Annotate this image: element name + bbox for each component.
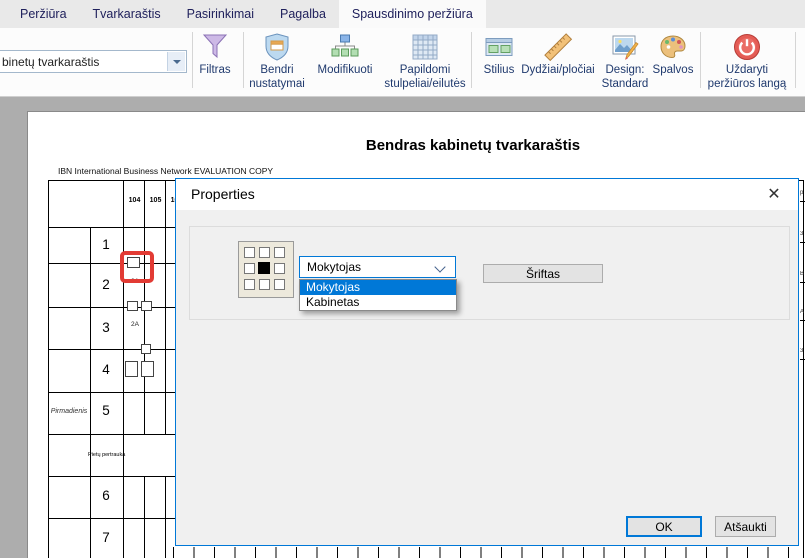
close-preview-button[interactable]: Uždaryti peržiūros langą [702,31,792,91]
ribbon-toolbar: binetų tvarkaraštis Filtras [0,28,805,97]
modify-button[interactable]: Modifikuoti [310,31,380,78]
group-separator [700,32,701,88]
close-icon[interactable]: ✕ [762,183,786,207]
filter-button[interactable]: Filtras [184,31,246,78]
app-window: Peržiūra Tvarkaraštis Pasirinkimai Pagal… [0,0,805,558]
lesson-cell[interactable] [141,361,154,377]
extra-columns-rows-button[interactable]: Papildomi stulpeliai/eilutės [375,31,475,91]
period-number: 3 [91,320,121,335]
tab-perziura[interactable]: Peržiūra [7,0,80,28]
day-label: Pirmadienis [50,408,88,415]
filter-icon [184,31,246,62]
period-number: 7 [91,530,121,545]
period-number: 5 [91,403,121,418]
menu-bar: Peržiūra Tvarkaraštis Pasirinkimai Pagal… [0,0,805,28]
general-settings-button[interactable]: Bendri nustatymai [244,31,310,91]
edge-text-fragment: p [800,190,805,196]
tab-spausdinimo-perziura[interactable]: Spausdinimo peržiūra [339,0,486,28]
class-cell-label: 2A [126,321,144,328]
chevron-down-icon [434,261,445,272]
org-chart-icon [310,31,380,62]
sizes-widths-button[interactable]: Dydžiai/pločiai [513,31,603,78]
palette-icon [648,31,698,62]
lesson-cell[interactable] [141,301,152,311]
colors-button[interactable]: Spalvos [648,31,698,78]
tab-tvarkarastis[interactable]: Tvarkaraštis [80,0,174,28]
edge-text-fragment: 3 [800,231,805,237]
schedule-selector-dropdown[interactable]: binetų tvarkaraštis [0,50,187,73]
font-button[interactable]: Šriftas [483,264,603,283]
lunch-break-label: Pietų pertrauka [88,452,125,458]
dialog-titlebar[interactable]: Properties ✕ [176,179,798,210]
period-number: 1 [91,237,121,252]
dialog-title: Properties [191,186,255,202]
tab-pagalba[interactable]: Pagalba [267,0,339,28]
ok-button[interactable]: OK [626,516,702,537]
design-picture-icon [595,31,655,62]
field-type-options-list: Mokytojas Kabinetas [299,279,457,311]
table-column-lines [173,547,805,558]
column-header: 104 [124,197,145,204]
pattern-center-filled [258,262,270,274]
shield-settings-icon [244,31,310,62]
period-number: 6 [91,488,121,503]
period-number: 2 [91,277,121,292]
cancel-button[interactable]: Atšaukti [715,516,776,537]
group-separator [795,32,796,88]
lesson-cell[interactable] [141,344,151,354]
lesson-cell[interactable] [127,301,138,311]
field-type-value: Mokytojas [307,260,361,274]
lesson-cell[interactable] [125,361,138,377]
ruler-icon [513,31,603,62]
tab-pasirinkimai[interactable]: Pasirinkimai [174,0,267,28]
design-button[interactable]: Design: Standard [595,31,655,91]
schedule-selector-value: binetų tvarkaraštis [2,55,99,69]
cell-pattern-preview [238,241,294,298]
grid-columns-icon [375,31,475,62]
selected-cell-highlight [120,251,154,283]
edge-text-fragment: B [800,271,805,277]
field-type-dropdown[interactable]: Mokytojas [299,256,456,278]
period-number: 4 [91,362,121,377]
column-header: 105 [145,197,166,204]
option-mokytojas[interactable]: Mokytojas [300,280,456,295]
properties-dialog: Properties ✕ Mokytojas Mokytojas Kabinet… [175,178,799,546]
option-kabinetas[interactable]: Kabinetas [300,295,456,310]
edge-text-fragment: 3 [800,348,805,354]
edge-text-fragment: A [800,309,805,315]
chevron-down-icon [173,60,181,64]
power-close-icon [702,31,792,62]
